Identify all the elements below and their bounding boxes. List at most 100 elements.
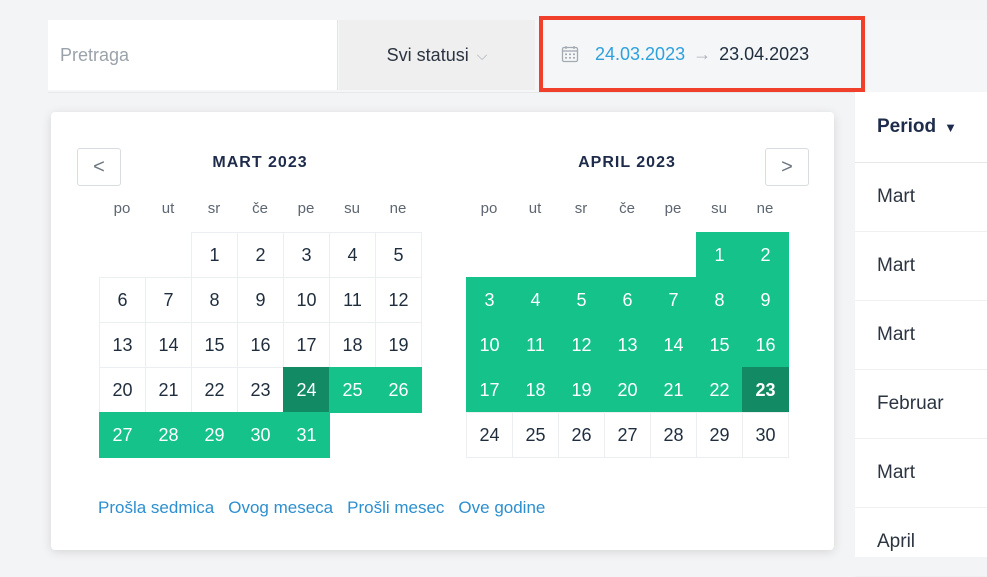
day-cell[interactable]: 23: [237, 367, 284, 413]
weekday-label: ut: [161, 200, 175, 217]
month-title: APRIL 2023: [578, 154, 676, 171]
day-cell[interactable]: 7: [650, 277, 697, 323]
day-cell[interactable]: 25: [512, 412, 559, 458]
table-row: Mart: [855, 232, 987, 301]
day-cell[interactable]: 10: [283, 277, 330, 323]
weekday-label: pe: [297, 200, 315, 217]
day-cell[interactable]: 11: [512, 322, 559, 368]
preset-links: Prošla sedmica Ovog meseca Prošli mesec …: [98, 498, 545, 518]
day-grid: 1 2 3 4 5 6 7 8 9 10 11 12 13 14 15 16 17 18 19 20 21 22 23 24 2…: [466, 232, 789, 458]
preset-this-month[interactable]: Ovog meseca: [228, 498, 333, 518]
table-row: Mart: [855, 163, 987, 232]
chevron-down-icon: ⌵: [476, 46, 488, 63]
day-cell[interactable]: 16: [237, 322, 284, 368]
weekday-label: če: [252, 200, 268, 217]
day-empty: [604, 232, 651, 278]
day-cell[interactable]: 5: [375, 232, 422, 278]
day-cell[interactable]: 4: [329, 232, 376, 278]
date-range-picker: < > MART 2023 po ut sr če pe su ne 1 2 3 4 5 6 7 8 9 10…: [51, 112, 834, 550]
day-cell[interactable]: 29: [696, 412, 743, 458]
period-cell: Mart: [877, 186, 915, 207]
weekday-label: sr: [207, 200, 221, 217]
day-cell[interactable]: 9: [237, 277, 284, 323]
weekday-header: po ut sr če pe su ne: [99, 200, 421, 217]
day-cell[interactable]: 20: [604, 367, 651, 413]
day-cell[interactable]: 4: [512, 277, 559, 323]
preset-this-year[interactable]: Ove godine: [458, 498, 545, 518]
day-cell[interactable]: 26: [558, 412, 605, 458]
preset-last-week[interactable]: Prošla sedmica: [98, 498, 214, 518]
day-cell[interactable]: 7: [145, 277, 192, 323]
status-filter-dropdown[interactable]: Svi statusi ⌵: [339, 20, 535, 90]
day-cell[interactable]: 28: [650, 412, 697, 458]
month-title: MART 2023: [212, 154, 308, 171]
day-cell[interactable]: 19: [558, 367, 605, 413]
day-cell[interactable]: 15: [696, 322, 743, 368]
day-cell[interactable]: 31: [283, 412, 330, 458]
day-cell[interactable]: 15: [191, 322, 238, 368]
search-placeholder: Pretraga: [60, 44, 130, 65]
date-to[interactable]: 23.04.2023: [719, 44, 809, 65]
day-cell[interactable]: 18: [329, 322, 376, 368]
day-cell[interactable]: 27: [99, 412, 146, 458]
day-cell[interactable]: 19: [375, 322, 422, 368]
day-cell[interactable]: 1: [191, 232, 238, 278]
day-cell[interactable]: 1: [696, 232, 743, 278]
day-cell[interactable]: 24: [283, 367, 330, 413]
day-cell[interactable]: 25: [329, 367, 376, 413]
day-cell[interactable]: 16: [742, 322, 789, 368]
period-column: Period ▼ Mart Mart Mart Februar Mart Apr…: [855, 92, 987, 577]
period-column-header[interactable]: Period ▼: [855, 92, 987, 163]
weekday-label: pe: [664, 200, 682, 217]
arrow-right-icon: →: [693, 43, 712, 64]
day-cell[interactable]: 24: [466, 412, 513, 458]
day-cell[interactable]: 29: [191, 412, 238, 458]
period-cell: April: [877, 531, 916, 552]
day-cell[interactable]: 13: [99, 322, 146, 368]
day-cell[interactable]: 3: [283, 232, 330, 278]
day-cell[interactable]: 14: [145, 322, 192, 368]
weekday-label: sr: [574, 200, 588, 217]
day-cell[interactable]: 18: [512, 367, 559, 413]
table-row: Mart: [855, 301, 987, 370]
preset-last-month[interactable]: Prošli mesec: [347, 498, 444, 518]
day-cell[interactable]: 5: [558, 277, 605, 323]
day-cell[interactable]: 27: [604, 412, 651, 458]
day-cell[interactable]: 6: [99, 277, 146, 323]
date-from[interactable]: 24.03.2023: [595, 44, 685, 65]
day-cell[interactable]: 8: [191, 277, 238, 323]
day-cell[interactable]: 11: [329, 277, 376, 323]
weekday-label: če: [619, 200, 635, 217]
day-cell[interactable]: 12: [375, 277, 422, 323]
date-range-field[interactable]: 24.03.2023 → 23.04.2023: [539, 16, 865, 92]
day-cell[interactable]: 17: [283, 322, 330, 368]
day-cell[interactable]: 22: [696, 367, 743, 413]
day-cell[interactable]: 28: [145, 412, 192, 458]
day-cell[interactable]: 21: [145, 367, 192, 413]
day-cell[interactable]: 2: [742, 232, 789, 278]
day-cell[interactable]: 14: [650, 322, 697, 368]
day-cell[interactable]: 23: [742, 367, 789, 413]
day-cell[interactable]: 12: [558, 322, 605, 368]
search-input[interactable]: Pretraga: [48, 20, 338, 90]
day-cell[interactable]: 20: [99, 367, 146, 413]
weekday-label: po: [113, 200, 131, 217]
day-cell[interactable]: 26: [375, 367, 422, 413]
day-cell[interactable]: 21: [650, 367, 697, 413]
day-cell[interactable]: 8: [696, 277, 743, 323]
day-cell[interactable]: 13: [604, 322, 651, 368]
day-cell[interactable]: 6: [604, 277, 651, 323]
day-cell[interactable]: 10: [466, 322, 513, 368]
weekday-label: su: [711, 200, 727, 217]
table-row: April: [855, 508, 987, 577]
day-cell[interactable]: 17: [466, 367, 513, 413]
day-cell[interactable]: 2: [237, 232, 284, 278]
day-cell[interactable]: 30: [237, 412, 284, 458]
day-empty: [99, 232, 146, 278]
day-cell[interactable]: 22: [191, 367, 238, 413]
day-cell[interactable]: 3: [466, 277, 513, 323]
day-cell[interactable]: 9: [742, 277, 789, 323]
weekday-label: ne: [389, 200, 407, 217]
day-cell[interactable]: 30: [742, 412, 789, 458]
period-cell: Mart: [877, 255, 915, 276]
